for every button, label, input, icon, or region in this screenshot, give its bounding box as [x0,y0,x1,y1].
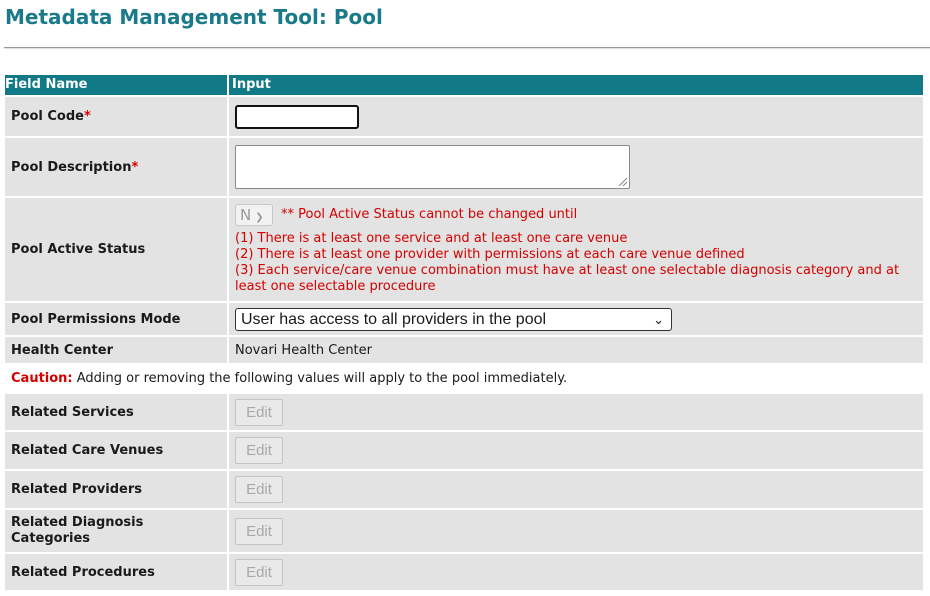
related-services-label: Related Services [5,394,227,430]
pool-active-status-row: Pool Active Status N ❯ ** Pool Active Stat… [5,198,923,301]
column-header-input: Input [227,75,923,95]
resize-grip-icon[interactable] [619,178,627,186]
pool-description-row: Pool Description* [5,138,923,196]
related-diagnosis-categories-label: Related Diagnosis Categories [5,510,227,552]
required-marker: * [131,159,139,175]
health-center-value: Novari Health Center [227,337,923,363]
pool-permissions-mode-row: Pool Permissions Mode User has access to… [5,303,923,335]
caution-row: Caution: Adding or removing the followin… [5,365,923,392]
related-care-venues-edit-button[interactable]: Edit [235,437,283,464]
related-services-edit-button[interactable]: Edit [235,398,283,426]
caution-text: Adding or removing the following values … [76,371,568,386]
health-center-row: Health Center Novari Health Center [5,337,923,363]
status-condition-1: (1) There is at least one service and at… [235,231,628,246]
page-title: Metadata Management Tool: Pool [5,5,383,29]
pool-code-label: Pool Code* [5,97,227,136]
status-conditions: (1) There is at least one service and at… [235,231,923,295]
pool-permissions-mode-label: Pool Permissions Mode [5,303,227,335]
pool-code-row: Pool Code* [5,97,923,136]
status-lock-notice: ** Pool Active Status cannot be changed … [281,207,578,222]
caution-label: Caution: [11,371,73,386]
pool-description-textarea[interactable] [235,145,630,189]
related-providers-row: Related Providers Edit [5,471,923,508]
related-procedures-label: Related Procedures [5,554,227,590]
pool-description-label: Pool Description* [5,138,227,196]
status-condition-3: (3) Each service/care venue combination … [235,263,900,294]
related-diagnosis-categories-row: Related Diagnosis Categories Edit [5,510,923,552]
column-header-field-name: Field Name [5,75,227,95]
related-care-venues-label: Related Care Venues [5,432,227,469]
pool-active-status-select: N ❯ [235,204,273,226]
pool-code-input[interactable] [235,104,359,129]
pool-permissions-mode-select[interactable]: User has access to all providers in the … [235,307,672,331]
related-procedures-row: Related Procedures Edit [5,554,923,590]
status-condition-2: (2) There is at least one provider with … [235,247,745,262]
table-header-row: Field Name Input [5,75,923,95]
related-diagnosis-categories-edit-button[interactable]: Edit [235,517,283,545]
related-providers-edit-button[interactable]: Edit [235,476,283,503]
related-procedures-edit-button[interactable]: Edit [235,558,283,586]
related-providers-label: Related Providers [5,471,227,508]
health-center-label: Health Center [5,337,227,363]
title-divider [4,47,930,49]
required-marker: * [83,109,91,124]
chevron-down-icon: ⌄ [653,311,664,327]
pool-form-table: Field Name Input Pool Code* Pool Descrip… [5,73,923,592]
related-care-venues-row: Related Care Venues Edit [5,432,923,469]
pool-active-status-label: Pool Active Status [5,198,227,301]
related-services-row: Related Services Edit [5,394,923,430]
chevron-down-icon: ❯ [255,212,264,223]
